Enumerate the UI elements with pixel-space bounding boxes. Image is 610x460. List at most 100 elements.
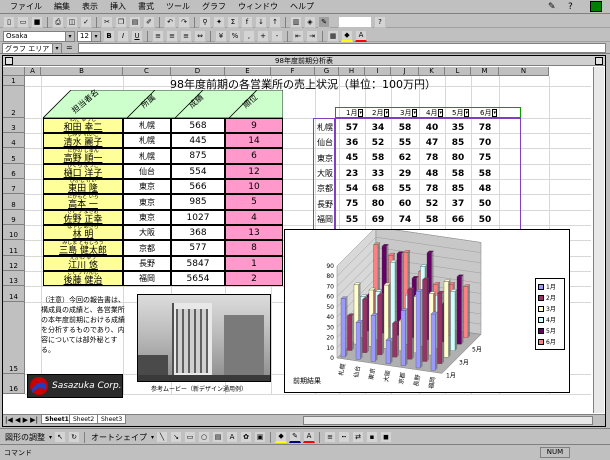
preview-icon[interactable]: ◫ xyxy=(66,16,78,28)
line-color-icon[interactable]: ✎ xyxy=(289,431,302,443)
increase-decimal-icon[interactable]: + xyxy=(257,30,269,42)
column-header[interactable]: B xyxy=(41,67,123,76)
web-icon[interactable]: ✦ xyxy=(213,16,225,28)
office-cell[interactable]: 大阪 xyxy=(123,225,171,240)
sales-cell[interactable]: 566 xyxy=(171,179,225,194)
column-header[interactable]: E xyxy=(225,67,271,76)
menu-item[interactable]: 表示 xyxy=(76,1,104,12)
drawing-icon[interactable]: ✎ xyxy=(318,16,330,28)
rank-cell[interactable]: 14 xyxy=(225,133,283,148)
increase-indent-icon[interactable]: ⇥ xyxy=(306,30,318,42)
borders-icon[interactable]: ▦ xyxy=(327,30,339,42)
currency-icon[interactable]: ¥ xyxy=(215,30,227,42)
italic-button[interactable]: I xyxy=(117,30,129,42)
map-icon[interactable]: ◈ xyxy=(304,16,316,28)
function-icon[interactable]: f xyxy=(241,16,253,28)
staff-name-cell[interactable]: しみず れいこ 清水 麗子 xyxy=(43,133,123,148)
cut-icon[interactable]: ✂ xyxy=(101,16,113,28)
dash-style-icon[interactable]: ┅ xyxy=(338,431,351,443)
menu-item[interactable]: ツール xyxy=(160,1,196,12)
column-header[interactable]: I xyxy=(365,67,391,76)
oval-icon[interactable]: ○ xyxy=(198,431,211,443)
font-size-select[interactable]: 12 ▾ xyxy=(77,30,101,42)
office-cell[interactable]: 福岡 xyxy=(123,271,171,286)
rank-cell[interactable]: 5 xyxy=(225,194,283,210)
row-header[interactable]: 14 xyxy=(3,286,25,302)
formula-equals-icon[interactable]: = xyxy=(66,43,73,52)
row-header[interactable]: 12 xyxy=(3,256,25,271)
name-box[interactable]: グラフ エリア ▾ xyxy=(2,43,62,54)
movie-photo[interactable] xyxy=(137,294,271,382)
sales-cell[interactable]: 5654 xyxy=(171,271,225,286)
office-assistant-icon[interactable]: ? xyxy=(374,16,386,28)
sort-desc-icon[interactable]: ↑ xyxy=(269,16,281,28)
rank-cell[interactable]: 9 xyxy=(225,118,283,133)
text-color-icon[interactable]: A xyxy=(303,431,316,443)
rank-cell[interactable]: 12 xyxy=(225,164,283,179)
font-name-select[interactable]: Osaka ▾ xyxy=(3,30,75,42)
merge-center-icon[interactable]: ⇔ xyxy=(194,30,206,42)
sales-cell[interactable]: 445 xyxy=(171,133,225,148)
fill-bucket-icon[interactable]: ◆ xyxy=(275,431,288,443)
align-right-icon[interactable]: ≡ xyxy=(180,30,192,42)
align-left-icon[interactable]: ≡ xyxy=(152,30,164,42)
staff-name-cell[interactable]: さとう まさお 佐野 正幸 xyxy=(43,210,123,225)
row-header[interactable]: 15 xyxy=(3,302,25,374)
menu-item[interactable]: 編集 xyxy=(48,1,76,12)
pencil-icon[interactable]: ✎ xyxy=(548,2,556,12)
sales-cell[interactable]: 368 xyxy=(171,225,225,240)
column-header[interactable]: C xyxy=(123,67,171,76)
staff-name-cell[interactable]: みしま ともじろう 三島 健太郎 xyxy=(43,240,123,256)
clipart-icon[interactable]: ✿ xyxy=(240,431,253,443)
row-header[interactable]: 13 xyxy=(3,271,25,286)
decrease-decimal-icon[interactable]: - xyxy=(271,30,283,42)
app-icon[interactable] xyxy=(590,1,602,12)
shadow-icon[interactable]: ▪ xyxy=(366,431,379,443)
row-header[interactable]: 6 xyxy=(3,164,25,179)
comma-icon[interactable]: , xyxy=(243,30,255,42)
free-rotate-icon[interactable]: ↻ xyxy=(68,431,81,443)
column-header[interactable]: N xyxy=(499,67,549,76)
column-header[interactable]: M xyxy=(471,67,499,76)
hyperlink-icon[interactable]: ⚲ xyxy=(199,16,211,28)
staff-name-cell[interactable]: ひがし けい 東田 隆 xyxy=(43,179,123,194)
row-header[interactable]: 3 xyxy=(3,118,25,133)
sales-cell[interactable]: 568 xyxy=(171,118,225,133)
staff-name-cell[interactable]: わだ ゆうじ 和田 幸二 xyxy=(43,118,123,133)
rank-cell[interactable]: 1 xyxy=(225,256,283,271)
align-center-icon[interactable]: ≡ xyxy=(166,30,178,42)
column-header[interactable]: J xyxy=(391,67,419,76)
column-header[interactable]: G xyxy=(315,67,339,76)
zoom-box[interactable] xyxy=(338,16,372,28)
sales-cell[interactable]: 875 xyxy=(171,148,225,164)
percent-icon[interactable]: % xyxy=(229,30,241,42)
menu-item[interactable]: ウィンドウ xyxy=(232,1,284,12)
menu-item[interactable]: ヘルプ xyxy=(284,1,320,12)
column-header[interactable]: H xyxy=(339,67,365,76)
staff-name-cell[interactable]: ごとう けんじ 後藤 健治 xyxy=(43,271,123,286)
rank-cell[interactable]: 6 xyxy=(225,148,283,164)
new-file-icon[interactable]: ▯ xyxy=(3,16,15,28)
format-painter-icon[interactable]: ✐ xyxy=(143,16,155,28)
undo-icon[interactable]: ↶ xyxy=(164,16,176,28)
office-cell[interactable]: 仙台 xyxy=(123,164,171,179)
select-all-corner[interactable] xyxy=(3,67,25,76)
fill-color-icon[interactable]: ◆ xyxy=(341,30,353,42)
row-header[interactable]: 7 xyxy=(3,179,25,194)
chart-wizard-icon[interactable]: ▥ xyxy=(290,16,302,28)
office-cell[interactable]: 東京 xyxy=(123,210,171,225)
select-arrow-icon[interactable]: ↖ xyxy=(54,431,67,443)
horizontal-scrollbar[interactable] xyxy=(303,416,593,425)
row-header[interactable]: 4 xyxy=(3,133,25,148)
autoshape-menu-button[interactable]: オートシェイプ xyxy=(89,432,149,443)
staff-name-cell[interactable]: ひぐち ようこ 樋口 洋子 xyxy=(43,164,123,179)
textbox-icon[interactable]: ▤ xyxy=(212,431,225,443)
staff-name-cell[interactable]: はやし あきら林 明 xyxy=(43,225,123,240)
staff-name-cell[interactable]: たかの じゅん 高野 順一 xyxy=(43,148,123,164)
chart-legend[interactable]: 1月 2月 3月 4月 5月 6月 xyxy=(535,278,565,350)
office-cell[interactable]: 東京 xyxy=(123,179,171,194)
column-header[interactable]: D xyxy=(171,67,225,76)
sales-cell[interactable]: 985 xyxy=(171,194,225,210)
sheet-tab[interactable]: Sheet3 xyxy=(97,414,127,424)
office-cell[interactable]: 札幌 xyxy=(123,133,171,148)
